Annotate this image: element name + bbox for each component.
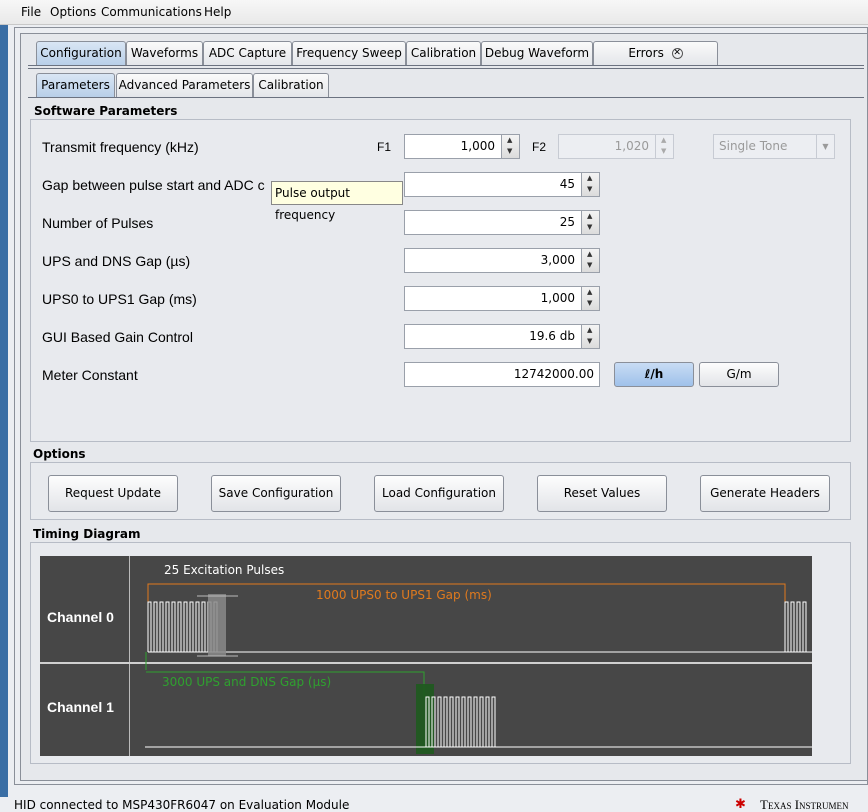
tab-adc-capture[interactable]: ADC Capture (203, 41, 292, 65)
tone-select-value: Single Tone (719, 139, 788, 153)
menu-options[interactable]: Options (50, 5, 96, 19)
ups-dns-gap-spinner-arrows[interactable]: ▲ ▼ (581, 249, 599, 272)
channel-1-pulses (425, 696, 496, 747)
tab-divider-2 (28, 68, 864, 69)
gap-adc-label: Gap between pulse start and ADC c (42, 177, 265, 193)
f1-label: F1 (377, 140, 392, 154)
unit-lh-button[interactable]: ℓ/h (614, 362, 694, 387)
pulses-label: Number of Pulses (42, 215, 154, 231)
tab-errors-label: Errors (628, 46, 664, 60)
ups0-ups1-gap-label: UPS0 to UPS1 Gap (ms) (42, 291, 197, 307)
ups0-ups1-gap-spinner[interactable]: 1,000 ▲ ▼ (404, 286, 600, 311)
status-bar: HID connected to MSP430FR6047 on Evaluat… (0, 797, 868, 812)
ups-dns-gap-label: UPS and DNS Gap (µs) (42, 253, 191, 269)
channel-0-pulses-end (784, 601, 807, 652)
gain-control-spinner[interactable]: 19.6 db ▲ ▼ (404, 324, 600, 349)
tab-debug-waveform[interactable]: Debug Waveform (481, 41, 593, 65)
gap-adc-spinner-arrows[interactable]: ▲ ▼ (581, 173, 599, 196)
ups0-ups1-gap-spinner-arrows[interactable]: ▲ ▼ (581, 287, 599, 310)
gap-adc-value: 45 (559, 177, 575, 191)
tab-waveforms[interactable]: Waveforms (126, 41, 203, 65)
meter-constant-label: Meter Constant (42, 367, 138, 383)
green-gap-bracket (146, 671, 425, 696)
software-parameters-title: Software Parameters (34, 104, 178, 118)
ups0-ups1-gap-value: 1,000 (540, 291, 575, 305)
close-icon[interactable]: ✕ (671, 48, 683, 59)
f1-spinner[interactable]: 1,000 ▲ ▼ (404, 134, 520, 159)
orange-gap-bracket (147, 583, 786, 603)
pulses-value: 25 (559, 215, 575, 229)
transmit-frequency-label: Transmit frequency (kHz) (42, 139, 199, 155)
timing-waveforms (145, 583, 812, 754)
reset-values-button[interactable]: Reset Values (537, 475, 667, 512)
gap-adc-spinner[interactable]: 45 ▲ ▼ (404, 172, 600, 197)
pulses-spinner-arrows[interactable]: ▲ ▼ (581, 211, 599, 234)
menu-communications[interactable]: Communications (101, 5, 202, 19)
generate-headers-button[interactable]: Generate Headers (700, 475, 830, 512)
timing-diagram: Channel 0 Channel 1 25 Excitation Pulses… (40, 556, 812, 756)
tone-select[interactable]: Single Tone ▼ (713, 134, 835, 159)
f2-label: F2 (532, 140, 547, 154)
subtab-parameters[interactable]: Parameters (36, 73, 115, 97)
unit-gm-button[interactable]: G/m (699, 362, 779, 387)
gain-control-label: GUI Based Gain Control (42, 329, 193, 345)
channel-0-pulses-start (147, 601, 218, 652)
channel-1-adc-marker (416, 684, 434, 754)
window-edge (0, 25, 8, 803)
request-update-button[interactable]: Request Update (48, 475, 178, 512)
load-configuration-button[interactable]: Load Configuration (374, 475, 504, 512)
f1-value: 1,000 (460, 139, 495, 153)
brand-label: Texas Instrumen (760, 797, 849, 812)
gain-control-value: 19.6 db (529, 329, 575, 343)
chevron-down-icon: ▼ (816, 135, 834, 158)
f2-spinner[interactable]: 1,020 ▲ ▼ (558, 134, 674, 159)
tab-configuration[interactable]: Configuration (36, 41, 126, 65)
tab-frequency-sweep[interactable]: Frequency Sweep (292, 41, 406, 65)
timing-diagram-title: Timing Diagram (33, 527, 141, 541)
subtab-calibration[interactable]: Calibration (253, 73, 329, 97)
tooltip: Pulse output frequency (271, 181, 403, 222)
f1-spinner-arrows[interactable]: ▲ ▼ (501, 135, 519, 158)
menu-bar: File Options Communications Help (0, 0, 868, 25)
pulses-spinner[interactable]: 25 ▲ ▼ (404, 210, 600, 235)
subtab-divider (28, 97, 864, 98)
gain-control-spinner-arrows[interactable]: ▲ ▼ (581, 325, 599, 348)
tab-calibration[interactable]: Calibration (406, 41, 481, 65)
software-parameters-panel (30, 119, 851, 442)
menu-file[interactable]: File (21, 5, 41, 19)
options-title: Options (33, 447, 86, 461)
ti-logo-icon: ✱ (735, 797, 746, 812)
tab-divider (28, 65, 864, 66)
adc-window-marker (208, 594, 226, 656)
tab-errors[interactable]: Errors ✕ (593, 41, 718, 65)
subtab-advanced-parameters[interactable]: Advanced Parameters (116, 73, 253, 97)
save-configuration-button[interactable]: Save Configuration (211, 475, 341, 512)
menu-help[interactable]: Help (204, 5, 231, 19)
ups-dns-gap-spinner[interactable]: 3,000 ▲ ▼ (404, 248, 600, 273)
f2-value: 1,020 (614, 139, 649, 153)
f2-spinner-arrows[interactable]: ▲ ▼ (655, 135, 673, 158)
connection-status: HID connected to MSP430FR6047 on Evaluat… (14, 798, 350, 812)
ups-dns-gap-value: 3,000 (540, 253, 575, 267)
meter-constant-input[interactable]: 12742000.00 (404, 362, 600, 387)
